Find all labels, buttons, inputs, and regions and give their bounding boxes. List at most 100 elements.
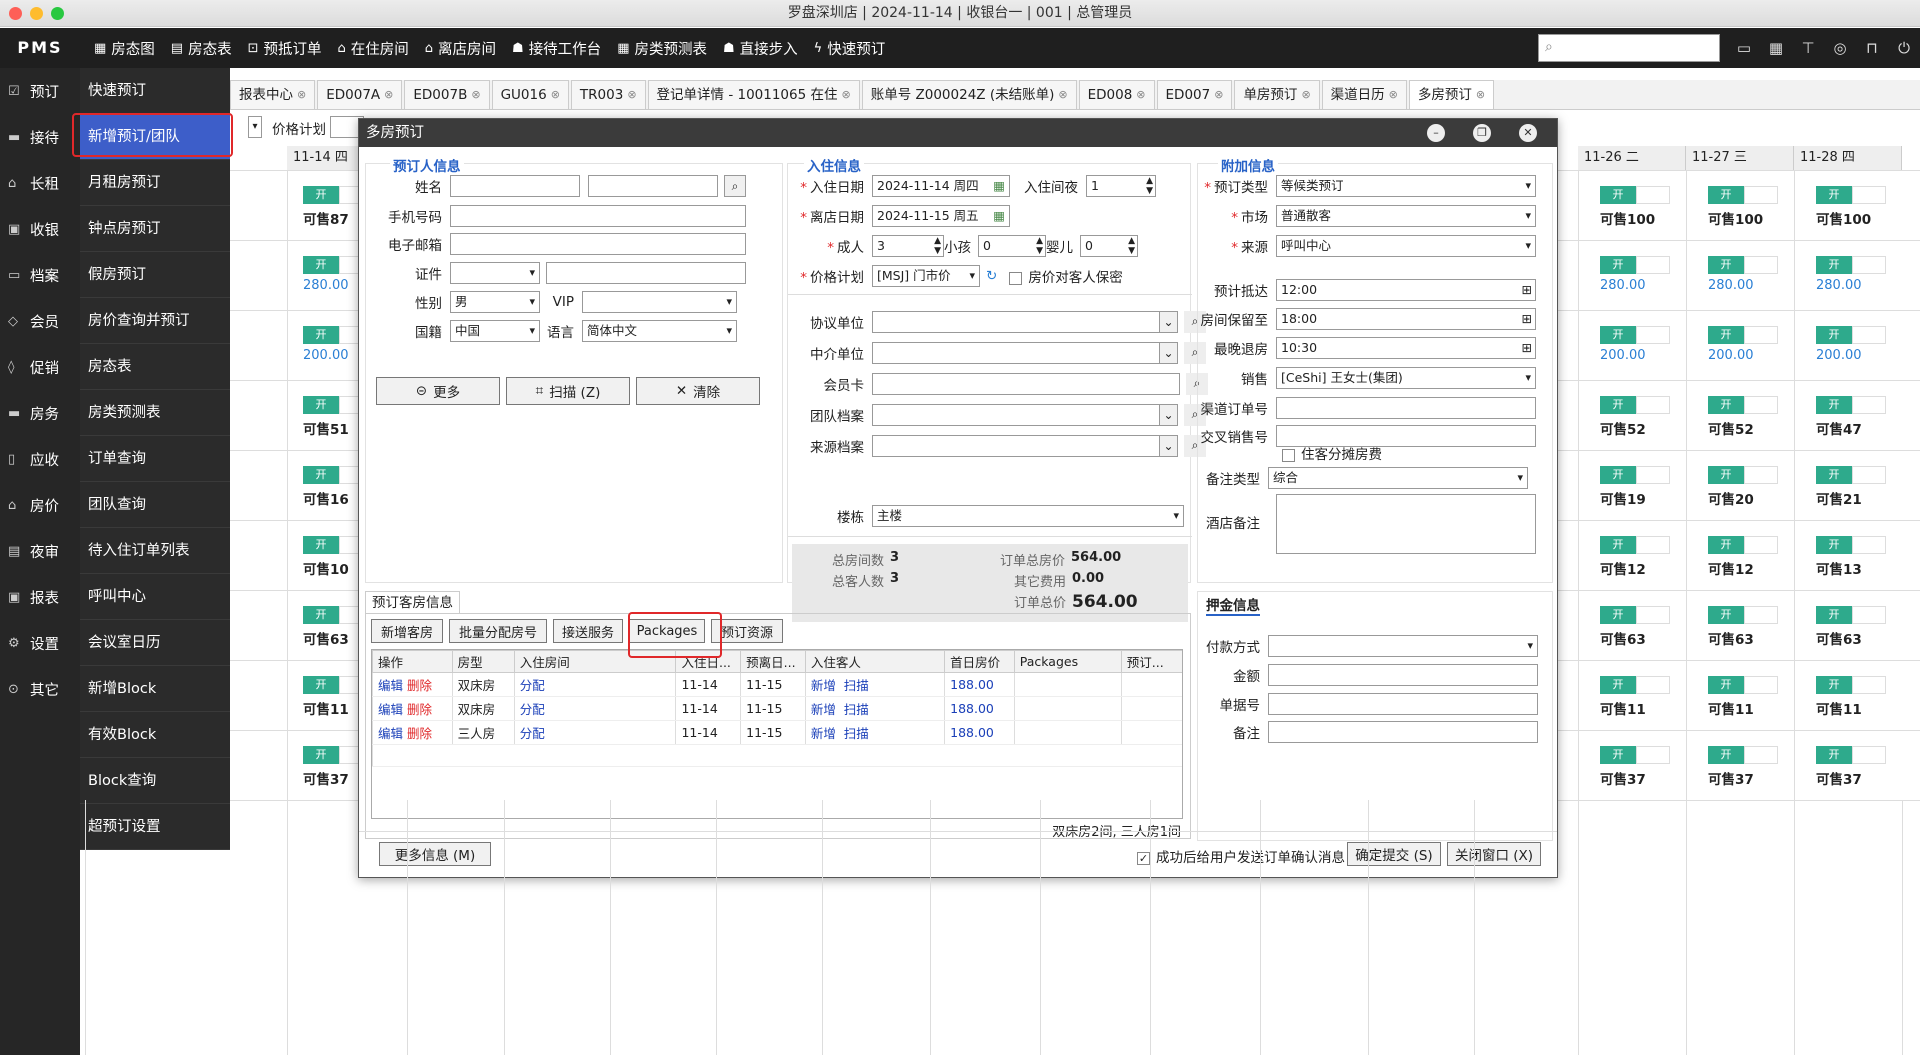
deposit-remark-input[interactable] <box>1268 721 1538 743</box>
open-status-badge[interactable]: 开 <box>1600 326 1636 344</box>
calendar-cell[interactable]: 开 280.00 <box>1816 256 1896 293</box>
checkin-date-input[interactable]: 2024-11-14 周四 ▦ <box>872 175 1010 197</box>
flyout-menu-item[interactable]: 月租房预订 <box>80 160 230 206</box>
sidebar-item[interactable]: ▬ 接待 <box>0 114 80 160</box>
chevron-down-icon[interactable]: ⌄ <box>1160 435 1178 457</box>
toggle-slot[interactable] <box>1636 396 1670 414</box>
gender-select[interactable]: 男 <box>450 291 540 313</box>
sidebar-item[interactable]: ▯ 应收 <box>0 436 80 482</box>
toggle-slot[interactable] <box>1636 536 1670 554</box>
toggle-slot[interactable] <box>1636 256 1670 274</box>
phone-input[interactable] <box>450 205 746 227</box>
calendar-cell[interactable]: 开 200.00 <box>1816 326 1896 363</box>
toggle-slot[interactable] <box>1852 466 1886 484</box>
child-stepper[interactable]: 0 ▲ ▼ <box>978 235 1046 257</box>
last-name-input[interactable] <box>450 175 580 197</box>
close-window-icon[interactable] <box>9 7 22 20</box>
clock-icon[interactable]: ⊞ <box>1522 280 1532 300</box>
calendar-cell[interactable]: 开 可售19 <box>1600 466 1680 508</box>
flyout-menu-item[interactable]: 假房预订 <box>80 252 230 298</box>
sidebar-item[interactable]: ☑ 预订 <box>0 68 80 114</box>
calendar-cell[interactable]: 开 可售11 <box>1708 676 1788 718</box>
column-header[interactable]: 操作 <box>372 650 453 673</box>
open-status-badge[interactable]: 开 <box>1600 606 1636 624</box>
calendar-cell[interactable]: 开 可售52 <box>1600 396 1680 438</box>
toggle-slot[interactable] <box>1852 186 1886 204</box>
source-file-input[interactable] <box>872 435 1160 457</box>
packages-cell[interactable] <box>1013 672 1122 697</box>
calendar-cell[interactable]: 开 可售37 <box>1600 746 1680 788</box>
minimize-icon[interactable]: – <box>1427 124 1445 142</box>
close-tab-icon[interactable]: ⊗ <box>627 80 636 110</box>
open-status-badge[interactable]: 开 <box>303 396 339 414</box>
chevron-down-icon[interactable]: ⌄ <box>1160 342 1178 364</box>
calendar-cell[interactable]: 开 200.00 <box>1600 326 1680 363</box>
hold-time-input[interactable]: 18:00 ⊞ <box>1276 308 1536 330</box>
rate-plan-select[interactable]: [MSJ] 门市价 <box>872 265 980 287</box>
eta-time-input[interactable]: 12:00 ⊞ <box>1276 279 1536 301</box>
calendar-cell[interactable]: 开 可售20 <box>1708 466 1788 508</box>
booking-type-select[interactable]: 等候类预订 <box>1276 175 1536 197</box>
open-status-badge[interactable]: 开 <box>1708 676 1744 694</box>
chevron-down-icon[interactable]: ⌄ <box>1160 404 1178 426</box>
group-file-input[interactable] <box>872 404 1160 426</box>
open-status-badge[interactable]: 开 <box>303 256 339 274</box>
open-status-badge[interactable]: 开 <box>1816 606 1852 624</box>
stepper-arrows-icon[interactable]: ▲ ▼ <box>1128 236 1135 256</box>
calendar-cell[interactable]: 开 可售12 <box>1708 536 1788 578</box>
topnav-item[interactable]: ϟ 快速预订 <box>806 28 894 68</box>
close-tab-icon[interactable]: ⊗ <box>1389 80 1398 110</box>
open-status-badge[interactable]: 开 <box>1708 746 1744 764</box>
message-icon[interactable]: ▭ <box>1728 28 1760 68</box>
sidebar-item[interactable]: ⌂ 房价 <box>0 482 80 528</box>
open-status-badge[interactable]: 开 <box>303 536 339 554</box>
open-status-badge[interactable]: 开 <box>1600 256 1636 274</box>
table-row[interactable]: 编辑 删除 双床房 分配 11-14 11-15 新增 扫描 188.00 <box>372 696 1182 721</box>
scan-guest-link[interactable]: 扫描 <box>844 678 869 693</box>
flyout-menu-item[interactable]: Block查询 <box>80 758 230 804</box>
table-row[interactable]: 编辑 删除 双床房 分配 11-14 11-15 新增 扫描 188.00 <box>372 672 1182 697</box>
nationality-select[interactable]: 中国 <box>450 320 540 342</box>
sidebar-item[interactable]: ▤ 夜审 <box>0 528 80 574</box>
language-select[interactable]: 简体中文 <box>582 320 737 342</box>
delete-link[interactable]: 删除 <box>407 726 432 741</box>
close-tab-icon[interactable]: ⊗ <box>297 80 306 110</box>
id-number-input[interactable] <box>546 262 746 284</box>
topnav-item[interactable]: ▦ 房态图 <box>86 28 163 68</box>
close-icon[interactable]: ✕ <box>1519 124 1537 142</box>
sidebar-item[interactable]: ⚙ 设置 <box>0 620 80 666</box>
toggle-slot[interactable] <box>1744 256 1778 274</box>
refresh-icon[interactable]: ↻ <box>986 268 997 284</box>
maximize-window-icon[interactable] <box>51 7 64 20</box>
column-header[interactable]: 预离日... <box>740 650 806 673</box>
more-info-button[interactable]: 更多信息 (M) <box>379 842 491 866</box>
close-tab-icon[interactable]: ⊗ <box>1301 80 1310 110</box>
tab[interactable]: 报表中心 ⊗ <box>230 80 316 110</box>
sidebar-item[interactable]: ◇ 会员 <box>0 298 80 344</box>
open-status-badge[interactable]: 开 <box>1816 536 1852 554</box>
tab-booking-rooms[interactable]: 预订客房信息 <box>365 591 460 613</box>
calendar-cell[interactable]: 开 200.00 <box>1708 326 1788 363</box>
packages-cell[interactable] <box>1013 696 1122 721</box>
topnav-item[interactable]: ☗ 接待工作台 <box>504 28 609 68</box>
clear-button[interactable]: ✕ 清除 <box>636 377 760 405</box>
restore-icon[interactable]: ❐ <box>1473 124 1491 142</box>
flyout-menu-item[interactable]: 房类预测表 <box>80 390 230 436</box>
topnav-item[interactable]: ⌂ 离店房间 <box>417 28 504 68</box>
column-header[interactable]: 首日房价 <box>944 650 1015 673</box>
member-card-input[interactable] <box>872 373 1180 395</box>
close-tab-icon[interactable]: ⊗ <box>471 80 480 110</box>
open-status-badge[interactable]: 开 <box>1708 326 1744 344</box>
sales-select[interactable]: [CeShi] 王女士(集团) <box>1276 367 1536 389</box>
flyout-menu-item[interactable]: 超预订设置 <box>80 804 230 850</box>
calendar-cell[interactable]: 开 可售63 <box>1816 606 1896 648</box>
tab[interactable]: 登记单详情 - 10011065 在住 ⊗ <box>647 80 860 110</box>
id-type-select[interactable] <box>450 262 540 284</box>
calendar-cell[interactable]: 开 可售100 <box>1600 186 1680 228</box>
calendar-cell[interactable]: 开 可售11 <box>1600 676 1680 718</box>
assign-room-link[interactable]: 分配 <box>520 702 545 717</box>
open-status-badge[interactable]: 开 <box>1708 256 1744 274</box>
calculator-icon[interactable]: ▦ <box>1760 28 1792 68</box>
open-status-badge[interactable]: 开 <box>1708 466 1744 484</box>
open-status-badge[interactable]: 开 <box>1708 606 1744 624</box>
